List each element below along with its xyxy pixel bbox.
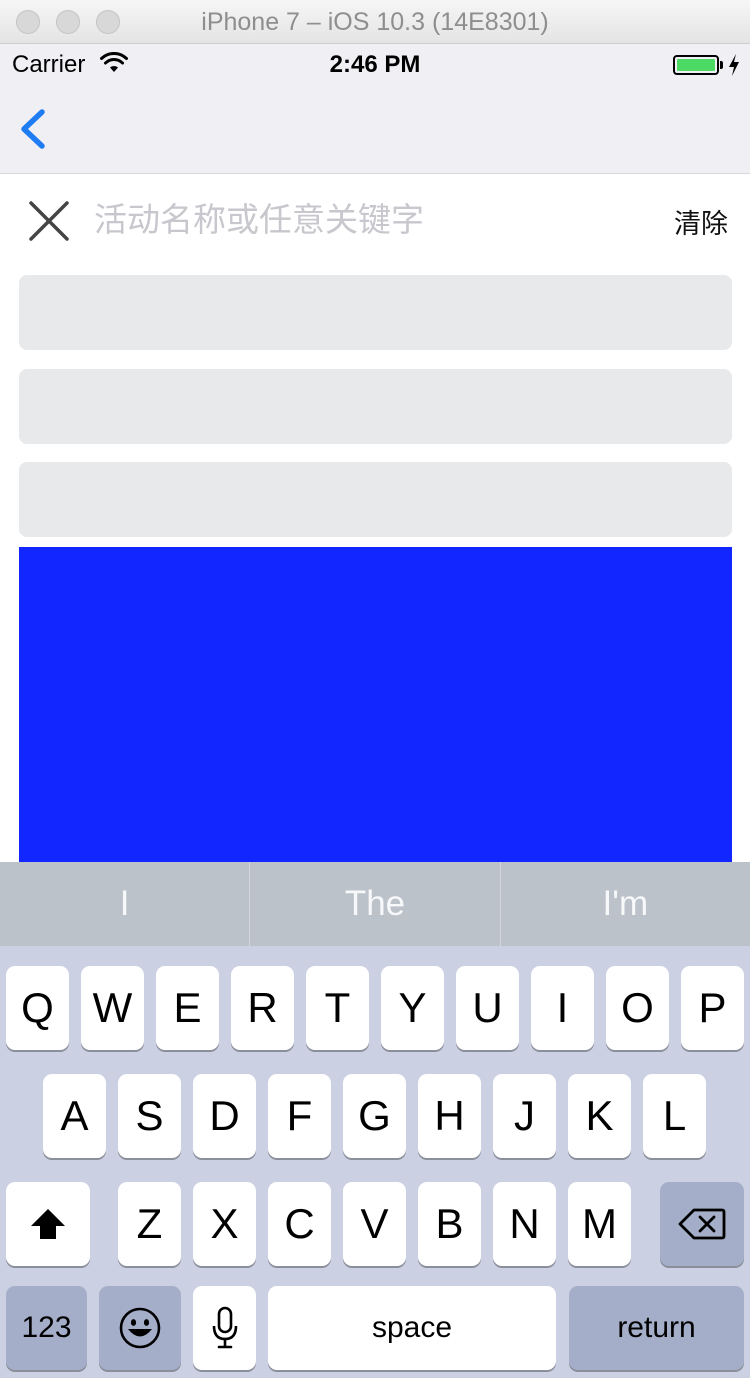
close-icon[interactable] (24, 196, 74, 246)
battery-tip (720, 61, 723, 69)
suggestion-2[interactable]: The (250, 862, 499, 946)
key-f[interactable]: F (268, 1074, 331, 1158)
emoji-icon (119, 1307, 161, 1349)
placeholder-row (19, 275, 732, 350)
status-bar: Carrier 2:46 PM (0, 44, 750, 84)
key-y[interactable]: Y (381, 966, 444, 1050)
key-l[interactable]: L (643, 1074, 706, 1158)
emoji-key[interactable] (99, 1286, 181, 1370)
navigation-bar (0, 84, 750, 174)
key-w[interactable]: W (81, 966, 144, 1050)
suggestion-3[interactable]: I'm (501, 862, 750, 946)
search-input[interactable] (94, 196, 654, 242)
placeholder-row (19, 369, 732, 444)
key-q[interactable]: Q (6, 966, 69, 1050)
clock: 2:46 PM (329, 51, 421, 78)
key-t[interactable]: T (306, 966, 369, 1050)
key-h[interactable]: H (418, 1074, 481, 1158)
key-c[interactable]: C (268, 1182, 331, 1266)
shift-icon (31, 1209, 65, 1239)
key-a[interactable]: A (43, 1074, 106, 1158)
key-x[interactable]: X (193, 1182, 256, 1266)
key-k[interactable]: K (568, 1074, 631, 1158)
key-d[interactable]: D (193, 1074, 256, 1158)
dictation-key[interactable] (193, 1286, 256, 1370)
key-j[interactable]: J (493, 1074, 556, 1158)
key-g[interactable]: G (343, 1074, 406, 1158)
key-s[interactable]: S (118, 1074, 181, 1158)
battery-icon (673, 55, 719, 75)
keys-area: Q W E R T Y U I O P A S D F G H J K L Z … (0, 946, 750, 1378)
placeholder-row (19, 462, 732, 537)
key-e[interactable]: E (156, 966, 219, 1050)
simulator-titlebar: iPhone 7 – iOS 10.3 (14E8301) (0, 0, 750, 44)
clear-button[interactable]: 清除 (674, 202, 728, 241)
numbers-key[interactable]: 123 (6, 1286, 87, 1370)
key-u[interactable]: U (456, 966, 519, 1050)
charging-bolt-icon (729, 54, 739, 76)
key-b[interactable]: B (418, 1182, 481, 1266)
key-v[interactable]: V (343, 1182, 406, 1266)
search-row: 清除 (0, 174, 750, 266)
backspace-icon (678, 1208, 726, 1240)
predictive-bar: I The I'm (0, 862, 750, 946)
window-title: iPhone 7 – iOS 10.3 (14E8301) (201, 8, 549, 36)
key-p[interactable]: P (681, 966, 744, 1050)
key-r[interactable]: R (231, 966, 294, 1050)
keyboard: I The I'm Q W E R T Y U I O P A S D F G … (0, 862, 750, 1378)
return-key[interactable]: return (569, 1286, 744, 1370)
key-m[interactable]: M (568, 1182, 631, 1266)
shift-key[interactable] (6, 1182, 90, 1266)
suggestion-1[interactable]: I (0, 862, 249, 946)
content-block (19, 547, 732, 862)
key-z[interactable]: Z (118, 1182, 181, 1266)
key-i[interactable]: I (531, 966, 594, 1050)
space-key[interactable]: space (268, 1286, 556, 1370)
key-o[interactable]: O (606, 966, 669, 1050)
back-chevron-icon[interactable] (14, 106, 54, 152)
key-n[interactable]: N (493, 1182, 556, 1266)
microphone-icon (212, 1306, 237, 1349)
delete-key[interactable] (660, 1182, 744, 1266)
